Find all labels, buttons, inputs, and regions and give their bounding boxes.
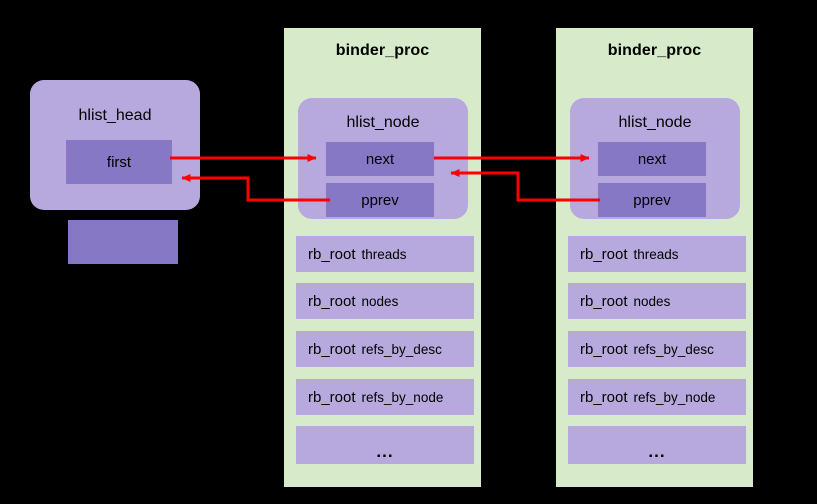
member-type: rb_root	[308, 388, 356, 406]
member-row-ellipsis-1[interactable]: ...	[296, 426, 474, 464]
member-name: refs_by_desc	[361, 341, 442, 357]
member-name: nodes	[361, 293, 399, 309]
member-name: refs_by_node	[361, 389, 444, 405]
diagram-canvas: hlist_head first binder_proc hlist_node …	[0, 0, 817, 504]
field-pprev-1[interactable]: pprev	[326, 183, 434, 217]
field-first[interactable]	[68, 220, 178, 264]
hlist-head-label: hlist_head	[78, 107, 152, 124]
hlist-node-label-2: hlist_node	[618, 114, 692, 131]
field-next-1[interactable]: next	[326, 142, 434, 176]
member-row-nodes-1[interactable]: rb_root nodes	[296, 283, 474, 319]
member-ellipsis: ...	[376, 442, 394, 461]
member-row-nodes-2[interactable]: rb_root nodes	[568, 283, 746, 319]
member-row-refs-by-desc-1[interactable]: rb_root refs_by_desc	[296, 331, 474, 367]
field-next-label-2: next	[637, 150, 667, 168]
member-type: rb_root	[308, 292, 356, 310]
member-type: rb_root	[580, 245, 628, 263]
field-next-2[interactable]: next	[598, 142, 706, 176]
member-ellipsis: ...	[648, 442, 666, 461]
field-next-label-1: next	[365, 150, 395, 168]
member-type: rb_root	[580, 388, 628, 406]
member-type: rb_root	[308, 340, 356, 358]
member-type: rb_root	[580, 340, 628, 358]
field-first-label: first	[106, 153, 132, 171]
field-pprev-label-1: pprev	[361, 191, 399, 209]
field-first-slot[interactable]: first	[66, 140, 172, 184]
member-type: rb_root	[308, 245, 356, 263]
member-row-refs-by-desc-2[interactable]: rb_root refs_by_desc	[568, 331, 746, 367]
member-row-refs-by-node-1[interactable]: rb_root refs_by_node	[296, 379, 474, 415]
member-name: threads	[361, 246, 407, 262]
hlist-node-label-1: hlist_node	[346, 114, 420, 131]
binder-proc-title-2: binder_proc	[607, 42, 702, 59]
binder-proc-title-1: binder_proc	[335, 42, 430, 59]
member-name: refs_by_desc	[633, 341, 714, 357]
member-row-refs-by-node-2[interactable]: rb_root refs_by_node	[568, 379, 746, 415]
member-row-threads-2[interactable]: rb_root threads	[568, 236, 746, 272]
member-name: nodes	[633, 293, 671, 309]
field-pprev-2[interactable]: pprev	[598, 183, 706, 217]
member-name: threads	[633, 246, 679, 262]
field-pprev-label-2: pprev	[633, 191, 671, 209]
member-name: refs_by_node	[633, 389, 716, 405]
member-type: rb_root	[580, 292, 628, 310]
member-row-ellipsis-2[interactable]: ...	[568, 426, 746, 464]
member-row-threads-1[interactable]: rb_root threads	[296, 236, 474, 272]
